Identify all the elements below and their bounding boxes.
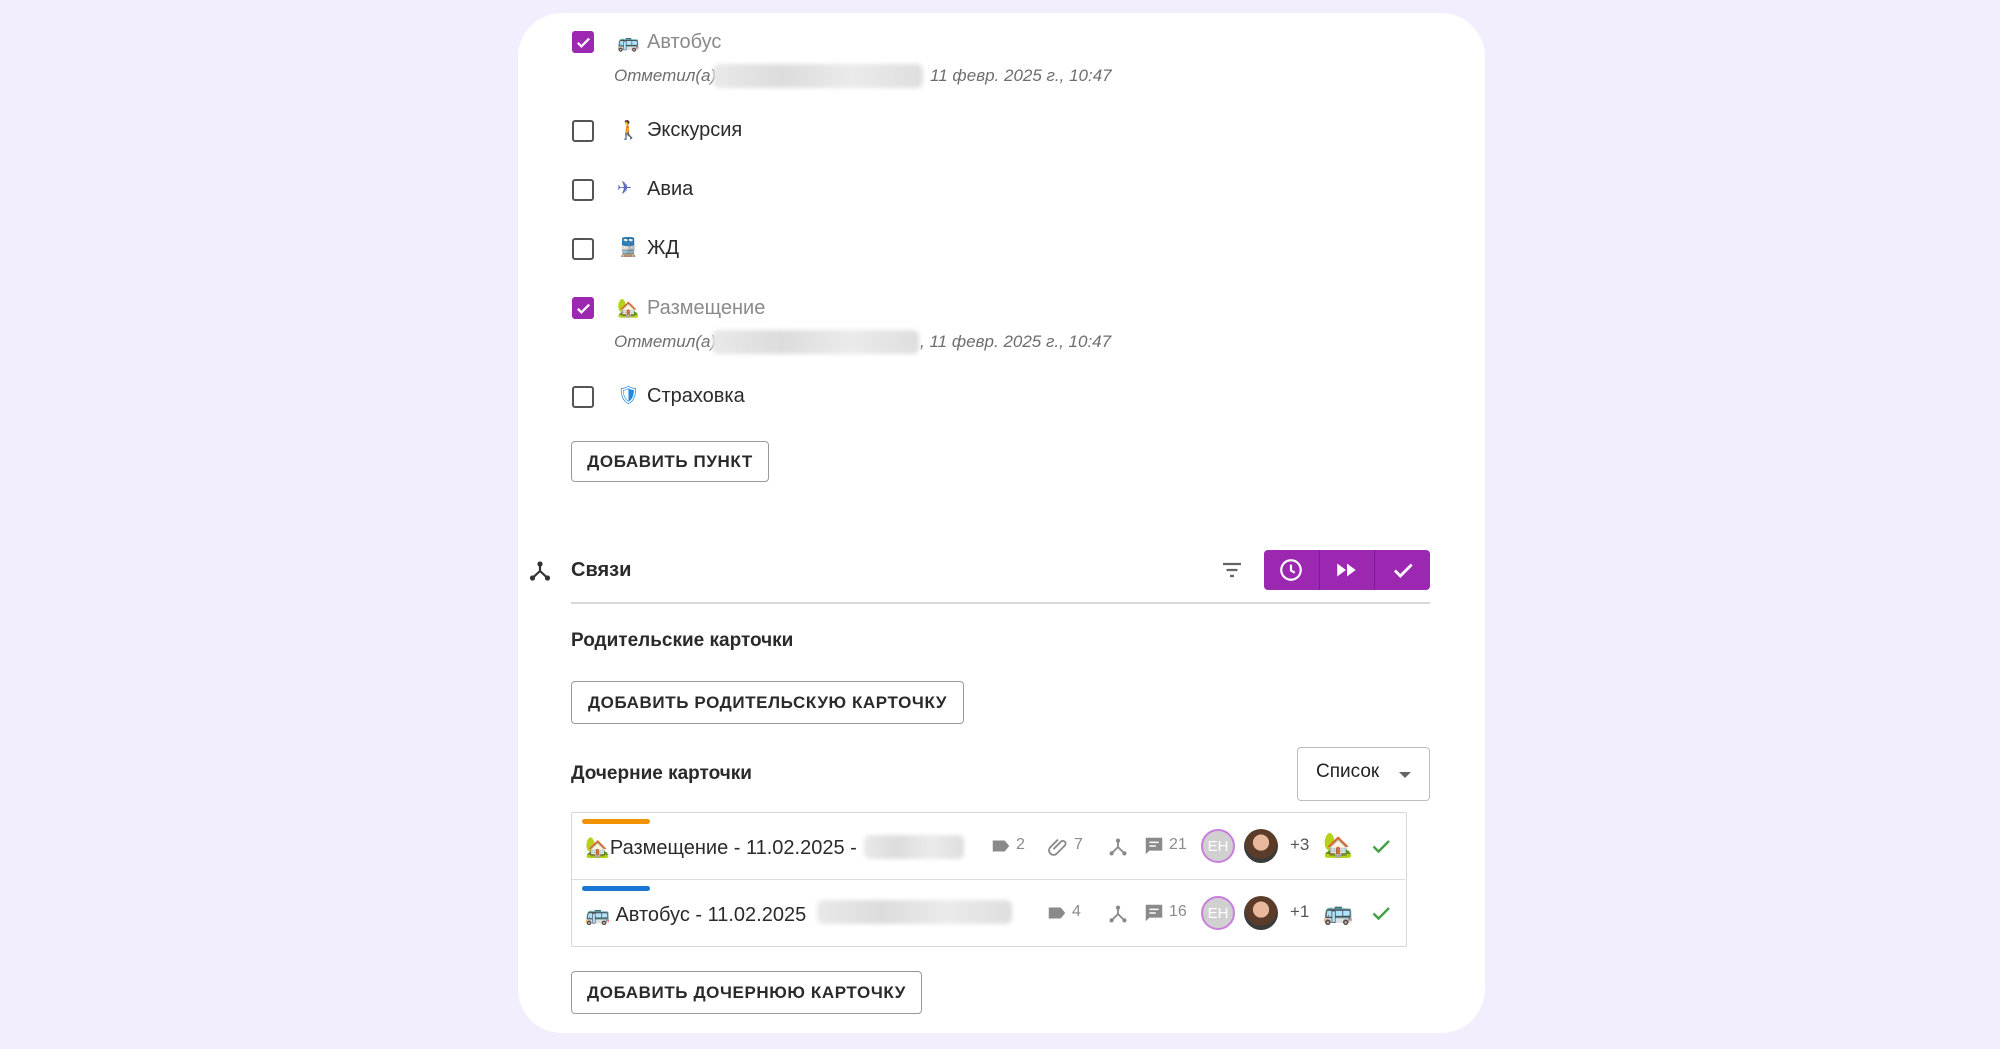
child-card-row[interactable]: 🏡Размещение - 11.02.2025 - 2 7 21 ЕН +3 … (572, 813, 1405, 879)
done-filter-button[interactable] (1374, 550, 1430, 590)
attachment-icon (1048, 838, 1067, 856)
redacted-user-name (713, 64, 923, 88)
labels-count: 2 (1016, 836, 1025, 853)
checkbox-bus[interactable] (572, 31, 594, 53)
relations-filter-group (1264, 550, 1430, 590)
checkbox-accommodation[interactable] (572, 297, 594, 319)
label-icon (992, 840, 1010, 852)
checklist-item-label: Размещение (647, 297, 766, 319)
avatar[interactable]: ЕН (1201, 896, 1235, 930)
view-mode-select[interactable]: Список (1297, 747, 1430, 801)
pending-filter-button[interactable] (1264, 550, 1319, 590)
section-divider (571, 602, 1430, 604)
checkbox-avia[interactable] (572, 179, 594, 201)
checklist-item-label: Страховка (647, 385, 745, 407)
redacted-card-title (864, 835, 964, 859)
in-progress-filter-button[interactable] (1318, 550, 1375, 590)
checked-by-label: Отметил(а) (614, 66, 717, 85)
relations-icon (1109, 905, 1127, 923)
child-card-title[interactable]: 🏡Размещение - 11.02.2025 - (585, 835, 857, 860)
avatar[interactable]: ЕН (1201, 829, 1235, 863)
checkbox-insurance[interactable] (572, 386, 594, 408)
comments-count: 21 (1169, 836, 1187, 853)
checkbox-rail[interactable] (572, 238, 594, 260)
checked-date: 11 февр. 2025 г., 10:47 (930, 66, 1112, 85)
comments-count: 16 (1169, 903, 1187, 920)
check-icon (577, 37, 590, 48)
checked-by-label: Отметил(а) (614, 332, 717, 351)
child-cards-list: 🏡Размещение - 11.02.2025 - 2 7 21 ЕН +3 … (571, 812, 1407, 947)
walking-person-icon: 🚶 (617, 120, 640, 141)
avatar-initials: ЕН (1207, 837, 1229, 855)
child-card-title[interactable]: 🚌 Автобус - 11.02.2025 (585, 902, 806, 927)
fast-forward-icon (1337, 563, 1356, 577)
redacted-card-title (817, 900, 1012, 924)
checked-date: , 11 февр. 2025 г., 10:47 (920, 332, 1112, 351)
child-cards-heading: Дочерние карточки (571, 763, 752, 784)
comment-icon (1145, 904, 1163, 922)
labels-count: 4 (1072, 903, 1081, 920)
filter-icon[interactable] (1220, 558, 1244, 582)
avatar[interactable] (1244, 829, 1278, 863)
checkbox-excursion[interactable] (572, 120, 594, 142)
add-child-card-button[interactable]: ДОБАВИТЬ ДОЧЕРНЮЮ КАРТОЧКУ (571, 971, 922, 1014)
more-members-count[interactable]: +1 (1290, 902, 1309, 922)
house-icon: 🏡 (1323, 831, 1353, 859)
check-icon[interactable] (1369, 901, 1393, 925)
comment-icon (1145, 837, 1163, 855)
avatar-initials: ЕН (1207, 904, 1229, 922)
status-color-bar (582, 886, 650, 891)
attachments-count: 7 (1074, 836, 1083, 853)
checklist-item-label: ЖД (647, 237, 680, 259)
check-icon (577, 303, 590, 314)
more-members-count[interactable]: +3 (1290, 835, 1309, 855)
bus-icon: 🚌 (617, 32, 640, 53)
bus-icon: 🚌 (1323, 898, 1353, 926)
checklist-item-label: Экскурсия (647, 119, 743, 141)
child-card-row[interactable]: 🚌 Автобус - 11.02.2025 4 16 ЕН +1 🚌 (572, 879, 1405, 946)
relations-icon (529, 561, 551, 581)
relations-icon (1109, 838, 1127, 856)
chevron-down-icon (1399, 772, 1411, 778)
add-item-button[interactable]: ДОБАВИТЬ ПУНКТ (571, 441, 769, 482)
parent-cards-heading: Родительские карточки (571, 630, 794, 651)
avatar[interactable] (1244, 896, 1278, 930)
check-icon[interactable] (1369, 834, 1393, 858)
checklist-item-label: Автобус (647, 31, 722, 53)
redacted-user-name (712, 330, 919, 354)
label-icon (1048, 907, 1066, 919)
view-mode-value: Список (1316, 761, 1380, 782)
check-icon (1393, 563, 1413, 578)
shield-icon: 🛡 (617, 385, 640, 406)
relations-title: Связи (571, 559, 632, 581)
train-icon: 🚆 (617, 237, 640, 258)
house-icon: 🏡 (617, 298, 640, 319)
status-color-bar (582, 819, 650, 824)
add-parent-card-button[interactable]: ДОБАВИТЬ РОДИТЕЛЬСКУЮ КАРТОЧКУ (571, 681, 964, 724)
airplane-icon: ✈ (617, 178, 633, 199)
checklist-item-label: Авиа (647, 178, 694, 200)
clock-icon (1280, 559, 1303, 581)
